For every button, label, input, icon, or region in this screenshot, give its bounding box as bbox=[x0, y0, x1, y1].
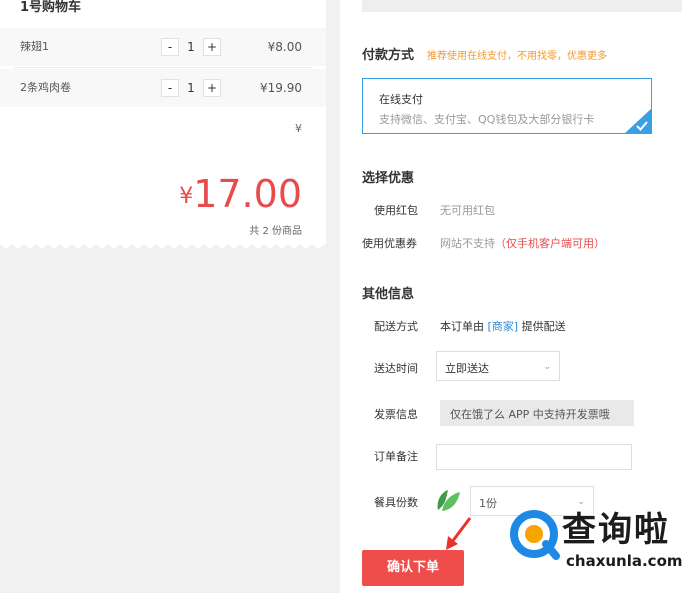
checkout-panel: 付款方式 推荐使用在线支付，不用找零，优惠更多 在线支付 支持微信、支付宝、QQ… bbox=[340, 0, 682, 593]
cart-panel: 1号购物车 辣翅1 - 1 + ¥8.00 2条鸡肉卷 - 1 + ¥19.90… bbox=[0, 0, 326, 244]
total-currency: ¥ bbox=[179, 184, 194, 209]
pointer-arrow-icon bbox=[446, 517, 472, 550]
item-price: ¥19.90 bbox=[260, 81, 302, 95]
delivery-time-label: 送达时间 bbox=[374, 362, 418, 375]
watermark-cn: 查询啦 bbox=[562, 510, 670, 550]
invoice-label: 发票信息 bbox=[374, 408, 418, 421]
item-count: 共 2 份商品 bbox=[249, 226, 302, 237]
coupon-label: 使用优惠券 bbox=[362, 237, 417, 250]
cart-title: 1号购物车 bbox=[20, 0, 82, 15]
order-remark-label: 订单备注 bbox=[374, 450, 418, 463]
cart-item: 辣翅1 - 1 + ¥8.00 bbox=[0, 28, 326, 66]
payment-title: 付款方式 bbox=[362, 48, 415, 63]
quantity-value: 1 bbox=[187, 81, 195, 95]
increase-button[interactable]: + bbox=[203, 79, 221, 97]
watermark: 查询啦 chaxunla.com bbox=[508, 506, 682, 586]
order-remark-input[interactable] bbox=[436, 444, 632, 470]
coupon-status: 网站不支持（仅手机客户端可用） bbox=[440, 237, 605, 251]
total-amount: 17.00 bbox=[193, 172, 302, 216]
quantity-stepper: - 1 + bbox=[161, 79, 221, 97]
confirm-order-button[interactable]: 确认下单 bbox=[362, 550, 464, 586]
red-packet-label: 使用红包 bbox=[374, 204, 418, 217]
invoice-info: 仅在饿了么 APP 中支持开发票哦 bbox=[440, 400, 634, 426]
chevron-down-icon: ⌄ bbox=[543, 362, 551, 372]
other-info-title: 其他信息 bbox=[362, 287, 415, 302]
discount-title: 选择优惠 bbox=[362, 171, 415, 186]
red-packet-value: 无可用红包 bbox=[440, 204, 495, 217]
payment-option-online[interactable]: 在线支付 支持微信、支付宝、QQ钱包及大部分银行卡 bbox=[362, 78, 652, 134]
payment-hint: 推荐使用在线支付，不用找零，优惠更多 bbox=[427, 51, 607, 62]
tableware-label: 餐具份数 bbox=[374, 496, 418, 509]
quantity-stepper: - 1 + bbox=[161, 38, 221, 56]
coupon-note: （仅手机客户端可用） bbox=[495, 237, 605, 250]
delivery-suffix: 提供配送 bbox=[521, 320, 566, 333]
item-price: ¥8.00 bbox=[267, 40, 302, 54]
delivery-time-value: 立即送达 bbox=[445, 362, 489, 375]
row-divider bbox=[14, 67, 312, 68]
watermark-en: chaxunla.com bbox=[566, 552, 682, 570]
fee-symbol: ¥ bbox=[295, 122, 302, 135]
cart-total: ¥17.00 bbox=[179, 172, 302, 216]
invoice-value: 仅在饿了么 APP 中支持开发票哦 bbox=[450, 408, 610, 421]
decrease-button[interactable]: - bbox=[161, 79, 179, 97]
delivery-time-select[interactable]: 立即送达 ⌄ bbox=[436, 351, 560, 381]
address-strip bbox=[362, 0, 682, 12]
leaf-icon bbox=[437, 490, 460, 511]
delivery-text: 本订单由 [商家] 提供配送 bbox=[440, 320, 566, 334]
payment-option-desc: 支持微信、支付宝、QQ钱包及大部分银行卡 bbox=[379, 113, 595, 126]
watermark-logo-icon bbox=[510, 510, 560, 560]
increase-button[interactable]: + bbox=[203, 38, 221, 56]
quantity-value: 1 bbox=[187, 40, 195, 54]
payment-option-name: 在线支付 bbox=[379, 93, 423, 106]
selected-check-icon bbox=[624, 108, 652, 134]
item-name: 2条鸡肉卷 bbox=[20, 81, 71, 94]
delivery-label: 配送方式 bbox=[374, 320, 418, 333]
cart-item: 2条鸡肉卷 - 1 + ¥19.90 bbox=[0, 69, 326, 107]
merchant-link[interactable]: [商家] bbox=[488, 320, 519, 333]
delivery-prefix: 本订单由 bbox=[440, 320, 484, 333]
tableware-value: 1份 bbox=[479, 497, 497, 510]
receipt-edge bbox=[0, 244, 326, 249]
coupon-value: 网站不支持 bbox=[440, 237, 495, 250]
decrease-button[interactable]: - bbox=[161, 38, 179, 56]
item-name: 辣翅1 bbox=[20, 40, 49, 53]
